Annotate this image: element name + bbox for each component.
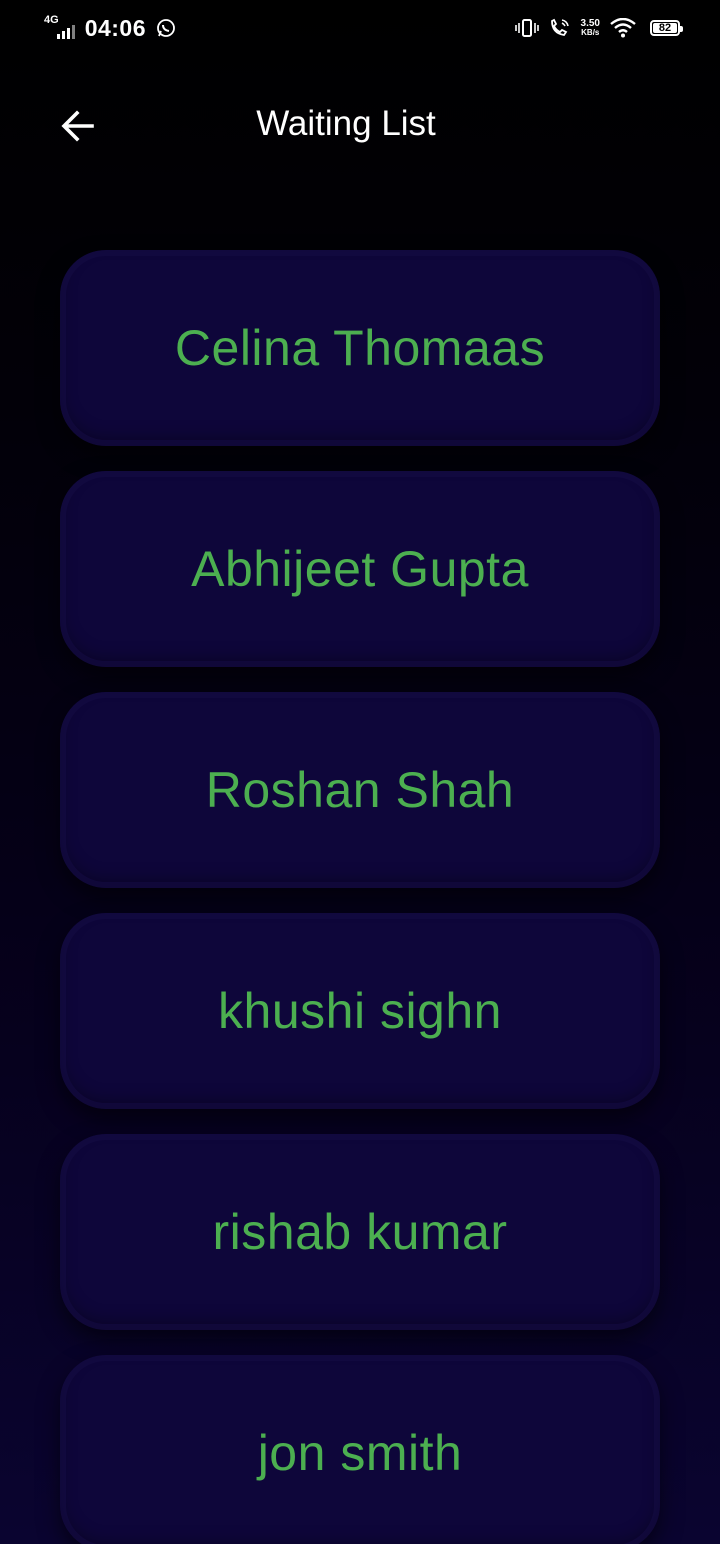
waiting-list-item[interactable]: Abhijeet Gupta	[60, 471, 660, 667]
status-left: 4G 04:06	[44, 13, 176, 42]
status-right: 3.50 KB/s 82	[514, 18, 683, 38]
patient-name: jon smith	[257, 1425, 463, 1481]
app-bar: Waiting List	[0, 90, 720, 160]
wifi-icon	[610, 18, 636, 38]
waiting-list-item[interactable]: Roshan Shah	[60, 692, 660, 888]
signal-strength-icon	[56, 25, 75, 39]
patient-name: Abhijeet Gupta	[191, 541, 529, 597]
waiting-list-item[interactable]: khushi sighn	[60, 913, 660, 1109]
battery-icon: 82	[650, 20, 683, 36]
network-type: 4G	[44, 13, 59, 26]
network-speed: 3.50 KB/s	[581, 19, 600, 37]
clock: 04:06	[84, 14, 147, 41]
wifi-calling-icon	[549, 18, 571, 38]
vibrate-icon	[514, 18, 539, 38]
whatsapp-icon	[156, 18, 176, 38]
waiting-list-item[interactable]: jon smith	[60, 1355, 660, 1544]
patient-name: khushi sighn	[218, 983, 502, 1039]
page-title: Waiting List	[256, 104, 436, 143]
battery-percentage: 82	[658, 22, 672, 34]
patient-name: Celina Thomaas	[174, 320, 546, 376]
patient-name: rishab kumar	[212, 1204, 508, 1260]
waiting-list: Celina Thomaas Abhijeet Gupta Roshan Sha…	[60, 250, 660, 1544]
speed-unit: KB/s	[581, 28, 600, 37]
patient-name: Roshan Shah	[205, 762, 515, 818]
waiting-list-item[interactable]: rishab kumar	[60, 1134, 660, 1330]
status-bar: 4G 04:06 3.50 KB/s 82	[0, 0, 720, 56]
waiting-list-item[interactable]: Celina Thomaas	[60, 250, 660, 446]
